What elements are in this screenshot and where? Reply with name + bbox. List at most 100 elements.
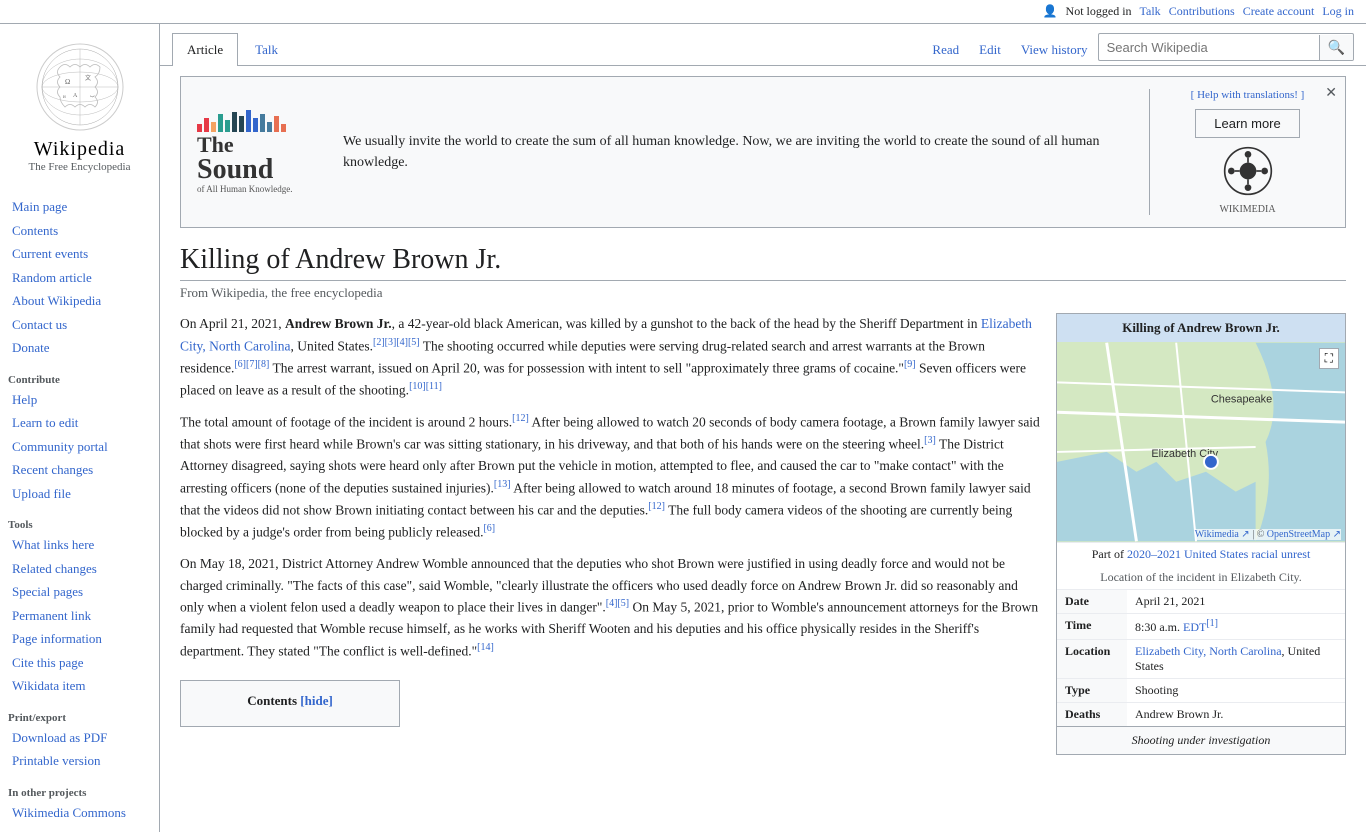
main-content: The Sound of All Human Knowledge. We usu… [160,66,1366,832]
learn-more-button[interactable]: Learn more [1195,109,1299,138]
article-body-row: On April 21, 2021, Andrew Brown Jr., a 4… [180,313,1346,755]
sidebar-item-main-page[interactable]: Main page [0,195,159,219]
wikimedia-text: WIKIMEDIA [1219,204,1275,215]
tab-talk[interactable]: Talk [240,33,293,66]
sidebar-item-help[interactable]: Help [0,388,159,412]
contents-hide-link[interactable]: [hide] [300,693,333,708]
sidebar-item-current-events[interactable]: Current events [0,242,159,266]
tab-read[interactable]: Read [922,34,969,66]
article-title: Killing of Andrew Brown Jr. [180,244,1346,281]
svg-text:Ω: Ω [65,78,70,86]
expand-map-button[interactable]: ⛶ [1319,348,1339,369]
site-tagline: The Free Encyclopedia [8,161,151,173]
other-projects-section: In other projects Wikimedia Commons [0,783,159,825]
location-value: Elizabeth City, North Carolina, United S… [1127,640,1345,678]
talk-link[interactable]: Talk [1140,4,1161,19]
sidebar-item-random-article[interactable]: Random article [0,266,159,290]
sidebar-item-download-pdf[interactable]: Download as PDF [0,726,159,750]
search-button[interactable]: 🔍 [1319,35,1353,60]
sidebar-item-upload-file[interactable]: Upload file [0,482,159,506]
create-account-link[interactable]: Create account [1243,4,1315,19]
sidebar-item-recent-changes[interactable]: Recent changes [0,458,159,482]
banner-close-button[interactable]: ✕ [1325,85,1337,102]
banner-logo-area: The Sound of All Human Knowledge. [197,110,327,194]
citation-3[interactable]: [3] [924,435,936,446]
tools-section: Tools What links here Related changes Sp… [0,515,159,698]
sidebar-item-contact-us[interactable]: Contact us [0,313,159,337]
tab-view-history[interactable]: View history [1011,34,1098,66]
citation-6b[interactable]: [6] [483,523,495,534]
tab-article[interactable]: Article [172,33,238,66]
citation-9[interactable]: [9] [904,359,916,370]
citation-4[interactable]: [4][5] [606,598,629,609]
infobox-deaths-row: Deaths Andrew Brown Jr. [1057,702,1345,726]
help-translations-link[interactable]: [ Help with translations! ] [1191,89,1305,101]
sound-bars [197,110,286,132]
contribute-section: Contribute Help Learn to edit Community … [0,370,159,506]
citation-13[interactable]: [13] [494,479,511,490]
tab-edit[interactable]: Edit [969,34,1011,66]
location-link[interactable]: Elizabeth City, North Carolina [1135,644,1282,658]
sidebar-item-donate[interactable]: Donate [0,336,159,360]
navigation-section: Main page Contents Current events Random… [0,195,159,360]
user-icon: 👤 [1043,4,1058,19]
citation-12[interactable]: [12] [512,413,529,424]
article-subtitle: From Wikipedia, the free encyclopedia [180,285,1346,301]
log-in-link[interactable]: Log in [1322,4,1354,19]
citation-2[interactable]: [2][3][4][5] [373,337,420,348]
citation-14[interactable]: [14] [477,642,494,653]
contents-title: Contents [hide] [195,691,385,712]
sidebar-item-permanent-link[interactable]: Permanent link [0,604,159,628]
banner: The Sound of All Human Knowledge. We usu… [180,76,1346,228]
part-of-label: Part of [1092,547,1127,561]
sidebar-item-learn-to-edit[interactable]: Learn to edit [0,411,159,435]
article-text: On April 21, 2021, Andrew Brown Jr., a 4… [180,313,1040,755]
logo-area: Ω 文 A ب и Wikipedia The Free Encyclopedi… [0,32,159,185]
infobox-date-row: Date April 21, 2021 [1057,589,1345,613]
sidebar-item-printable-version[interactable]: Printable version [0,749,159,773]
sidebar-item-cite-this-page[interactable]: Cite this page [0,651,159,675]
type-label: Type [1057,679,1127,702]
wikimedia-maps-link[interactable]: Wikimedia ↗ [1195,529,1250,540]
type-value: Shooting [1127,679,1186,702]
sidebar-item-community-portal[interactable]: Community portal [0,435,159,459]
content-area: Article Talk Read Edit View history 🔍 [160,24,1366,832]
infobox-footer: Shooting under investigation [1057,726,1345,754]
paragraph-1: On April 21, 2021, Andrew Brown Jr., a 4… [180,313,1040,401]
contributions-link[interactable]: Contributions [1169,4,1235,19]
openstreetmap-link[interactable]: OpenStreetMap ↗ [1267,529,1341,540]
paragraph-2: The total amount of footage of the incid… [180,411,1040,543]
tab-bar: Article Talk Read Edit View history 🔍 [160,24,1366,66]
edt-link[interactable]: EDT [1183,620,1206,634]
location-label: Location [1057,640,1127,678]
infobox-map: Chesapeake Elizabeth City ⛶ Wikimedia ↗ … [1057,342,1345,542]
sidebar-item-wikidata-item[interactable]: Wikidata item [0,674,159,698]
sound-title2: Sound [197,156,273,184]
banner-text: We usually invite the world to create th… [343,131,1133,173]
sidebar-item-page-information[interactable]: Page information [0,627,159,651]
sidebar-item-wikimedia-commons[interactable]: Wikimedia Commons [0,801,159,825]
search-input[interactable] [1099,36,1319,59]
sound-logo: The Sound of All Human Knowledge. [197,110,292,194]
wikimedia-logo [1223,146,1273,196]
svg-text:文: 文 [85,74,91,82]
map-attribution: Wikimedia ↗ | © OpenStreetMap ↗ [1195,529,1341,540]
citation-12b[interactable]: [12] [648,501,665,512]
svg-text:ب: ب [90,94,95,99]
infobox-time-row: Time 8:30 a.m. EDT[1] [1057,613,1345,639]
sidebar-item-what-links-here[interactable]: What links here [0,533,159,557]
sidebar-item-about-wikipedia[interactable]: About Wikipedia [0,289,159,313]
sidebar-item-contents[interactable]: Contents [0,219,159,243]
tools-heading: Tools [0,515,159,533]
svg-text:Chesapeake: Chesapeake [1211,393,1272,405]
other-projects-heading: In other projects [0,783,159,801]
sidebar: Ω 文 A ب и Wikipedia The Free Encyclopedi… [0,24,160,832]
citation-6[interactable]: [6][7][8] [234,359,269,370]
racial-unrest-link[interactable]: 2020–2021 United States racial unrest [1127,547,1310,561]
sidebar-item-special-pages[interactable]: Special pages [0,580,159,604]
infobox-title: Killing of Andrew Brown Jr. [1057,314,1345,342]
sound-subtitle: of All Human Knowledge. [197,184,292,194]
sidebar-item-related-changes[interactable]: Related changes [0,557,159,581]
citation-10[interactable]: [10][11] [409,381,442,392]
print-export-heading: Print/export [0,708,159,726]
